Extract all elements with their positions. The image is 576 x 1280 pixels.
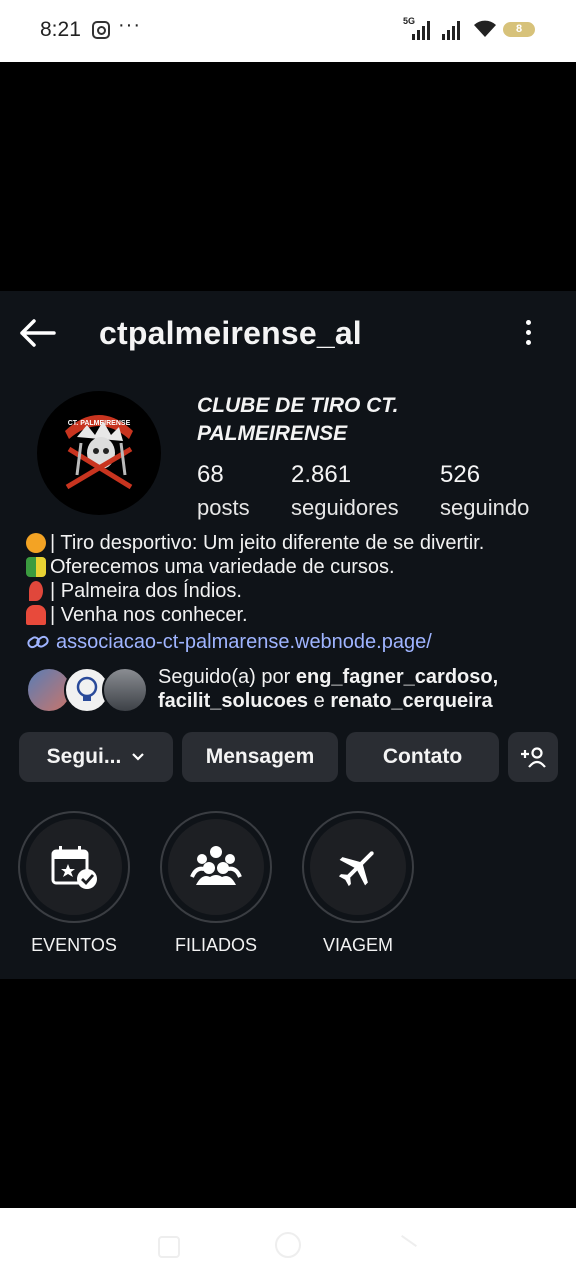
signal-icon-2 [442,20,460,40]
stat-posts[interactable]: 68 posts [197,461,250,521]
followed-by-text: Seguido(a) por eng_fagner_cardoso, facil… [158,666,499,712]
recent-apps-icon[interactable] [158,1236,180,1258]
sun-emoji-icon [26,533,46,553]
wifi-icon [474,20,496,37]
club-logo-image: CT. PALMEIRENSE [39,393,159,513]
highlight-label-viagem: VIAGEM [322,935,393,955]
bio-line-1: | Tiro desportivo: Um jeito diferente de… [26,531,566,555]
highlight-label-filiados: FILIADOS [174,935,258,955]
stat-following[interactable]: 526 seguindo [440,461,529,521]
highlight-viagem[interactable]: VIAGEM [302,811,414,956]
following-button[interactable]: Segui... [19,732,173,782]
contact-button[interactable]: Contato [346,732,499,782]
followers-count: 2.861 [291,461,352,488]
instagram-notification-icon [92,21,110,39]
follower-name-1[interactable]: eng_fagner_cardoso, [296,666,498,688]
bio-line-2: Oferecemos uma variedade de cursos. [26,555,566,579]
profile-bio: | Tiro desportivo: Um jeito diferente de… [26,531,566,654]
profile-avatar[interactable]: CT. PALMEIRENSE [37,391,161,515]
full-name-line-1: CLUBE DE TIRO CT. [197,394,399,417]
followed-by[interactable]: Seguido(a) por eng_fagner_cardoso, facil… [24,663,564,715]
status-bar: 8:21 ··· 5G 8 [0,0,576,62]
follower-avatar-3 [102,667,148,713]
posts-count: 68 [197,461,224,488]
message-button[interactable]: Mensagem [182,732,338,782]
chevron-down-icon [132,753,145,761]
stat-followers[interactable]: 2.861 seguidores [291,461,399,521]
bio-website-link[interactable]: associacao-ct-palmarense.webnode.page/ [26,630,566,654]
add-person-icon [521,747,546,768]
status-time: 8:21 [40,18,81,41]
full-name-line-2: PALMEIRENSE [197,422,348,445]
back-arrow-icon[interactable] [18,317,58,349]
following-button-label: Segui... [46,745,122,768]
bio-line-4: | Venha nos conhecer. [26,603,566,627]
contact-button-label: Contato [382,745,463,768]
more-notifications-icon: ··· [118,14,141,36]
airplane-icon [338,851,374,887]
suggest-users-button[interactable] [508,732,558,782]
following-label: seguindo [440,495,530,520]
group-icon [190,846,242,885]
calendar-star-icon [51,846,97,889]
highlight-label-eventos: EVENTOS [31,935,117,955]
profile-full-name: CLUBE DE TIRO CT. PALMEIRENSE [197,392,457,448]
followers-label: seguidores [291,495,399,520]
beginner-emoji-icon [26,557,46,577]
bio-line-3: | Palmeira dos Índios. [26,579,566,603]
profile-header: ctpalmeirense_al [0,291,576,377]
follower-name-2[interactable]: facilit_solucoes [158,690,308,712]
highlight-eventos[interactable]: EVENTOS [18,811,130,956]
pin-emoji-icon [29,581,43,601]
profile-username: ctpalmeirense_al [99,315,362,351]
follower-name-3[interactable]: renato_cerqueira [330,690,492,712]
logo-text: CT. PALMEIRENSE [68,420,131,427]
signal-icon [412,20,430,40]
home-icon[interactable] [275,1232,301,1258]
message-button-label: Mensagem [205,745,315,768]
battery-icon: 8 [503,22,535,37]
website-url[interactable]: associacao-ct-palmarense.webnode.page/ [56,630,432,654]
link-icon [27,635,49,649]
more-options-icon[interactable] [520,320,536,348]
highlight-filiados[interactable]: FILIADOS [160,811,272,956]
posts-label: posts [197,495,250,520]
siren-emoji-icon [26,605,46,625]
following-count: 526 [440,461,481,488]
profile-screen: ctpalmeirense_al CT. PALMEIRENSE CLUBE D… [0,291,576,979]
